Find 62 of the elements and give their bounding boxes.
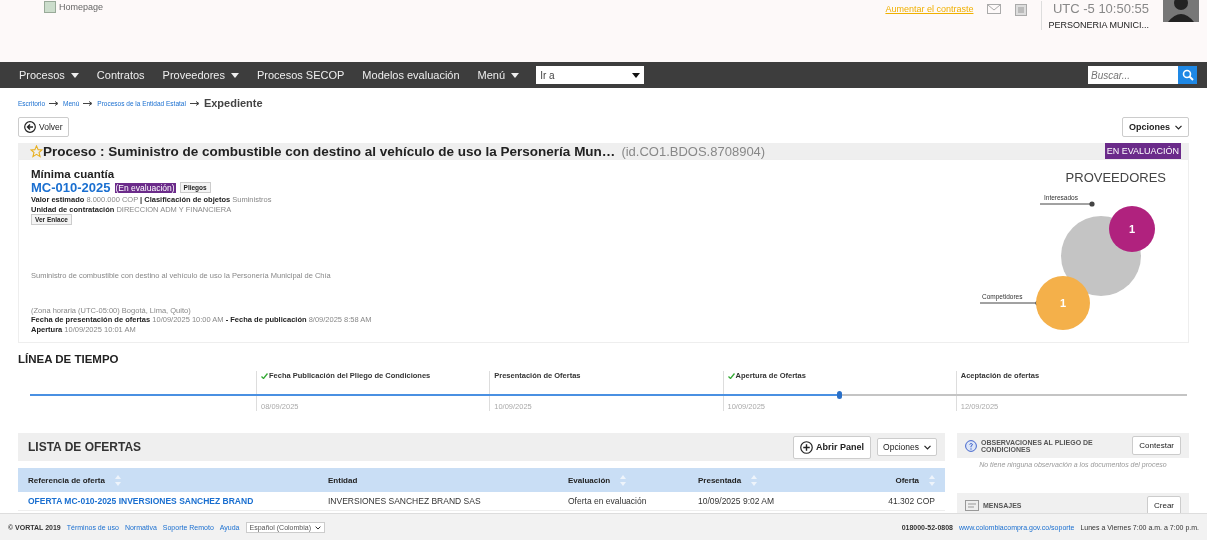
providers-title: PROVEEDORES bbox=[1065, 170, 1166, 185]
help-icon bbox=[965, 439, 977, 452]
nav-menu-item[interactable]: Modelos evaluación bbox=[353, 69, 469, 81]
sort-icon bbox=[929, 474, 935, 486]
table-cell-text: 41.302 COP bbox=[887, 496, 935, 506]
process-code-link[interactable]: MC-010-2025 bbox=[31, 180, 111, 195]
back-arrow-icon bbox=[24, 121, 36, 133]
status-label: (En evaluación) bbox=[114, 182, 176, 193]
arrow-icon bbox=[189, 100, 200, 106]
column-header[interactable]: Evaluación bbox=[568, 474, 698, 486]
plus-icon bbox=[800, 440, 814, 454]
broken-image-logo[interactable]: Homepage bbox=[44, 1, 104, 13]
leader-line bbox=[1040, 201, 1096, 207]
search-icon bbox=[1181, 69, 1194, 81]
column-header[interactable]: Presentada bbox=[698, 474, 848, 486]
timeline-marker bbox=[836, 391, 842, 399]
offers-title: LISTA DE OFERTAS bbox=[28, 440, 142, 454]
answer-button[interactable]: Contestar bbox=[1132, 436, 1181, 455]
chevron-down-icon bbox=[314, 525, 321, 530]
arrow-icon bbox=[49, 100, 60, 106]
sort-icon bbox=[620, 474, 627, 486]
table-cell-text: Oferta en evaluación bbox=[568, 496, 648, 506]
chevron-down-icon bbox=[924, 444, 931, 450]
create-button[interactable]: Crear bbox=[1147, 496, 1181, 513]
goto-dropdown[interactable]: Ir a bbox=[536, 66, 645, 84]
document-icon[interactable] bbox=[1015, 4, 1028, 16]
sort-icon bbox=[751, 474, 758, 486]
sort-icon bbox=[114, 474, 121, 486]
search-field[interactable]: Buscar... bbox=[1088, 66, 1178, 84]
star-icon[interactable] bbox=[30, 144, 43, 158]
nav-menu-item[interactable]: Menú bbox=[468, 69, 529, 81]
arrow-icon bbox=[83, 100, 94, 106]
offer-reference-link[interactable]: OFERTA MC-010-2025 INVERSIONES SANCHEZ BRAND bbox=[28, 496, 328, 506]
interested-count-bubble: 1 bbox=[1109, 206, 1155, 252]
timeline-title: LÍNEA DE TIEMPO bbox=[18, 353, 120, 365]
check-icon bbox=[727, 372, 735, 379]
options-button[interactable]: Opciones bbox=[1122, 117, 1189, 137]
open-panel-button[interactable]: Abrir Panel bbox=[793, 435, 872, 459]
search-button[interactable] bbox=[1178, 66, 1197, 84]
check-icon bbox=[261, 372, 268, 379]
column-header[interactable]: Oferta bbox=[848, 474, 935, 486]
status-badge: EN EVALUACIÓN bbox=[1104, 143, 1181, 159]
chevron-down-icon bbox=[1175, 124, 1182, 130]
column-header[interactable]: Entidad bbox=[328, 475, 568, 485]
nav-menu-item[interactable]: Procesos SECOP bbox=[247, 69, 354, 81]
procedure-type: Mínima cuantía bbox=[31, 168, 115, 180]
nav-menu-item[interactable]: Proveedores bbox=[153, 69, 248, 81]
back-button[interactable]: Volver bbox=[18, 117, 69, 137]
envelope-icon[interactable] bbox=[987, 4, 1002, 14]
nav-menu-item[interactable]: Procesos bbox=[10, 69, 88, 81]
nav-menu-item[interactable]: Contratos bbox=[87, 69, 154, 81]
avatar-silhouette-icon[interactable] bbox=[1163, 0, 1199, 22]
process-title: Proceso : Suministro de combustible con destino al vehículo de uso la Personería Mun… bbox=[43, 143, 616, 159]
process-id: (id.CO1.BDOS.8708904) bbox=[621, 143, 766, 159]
column-header[interactable]: Referencia de oferta bbox=[28, 474, 328, 486]
breadcrumb-current: Expediente bbox=[203, 97, 263, 109]
table-cell-text: INVERSIONES SANCHEZ BRAND SAS bbox=[328, 496, 482, 506]
table-cell-text: 10/09/2025 9:02 AM bbox=[698, 496, 776, 506]
user-name[interactable]: PERSONERIA MUNICI... bbox=[1048, 20, 1149, 30]
competitors-count-bubble: 1 bbox=[1036, 276, 1090, 330]
options-button[interactable]: Opciones bbox=[877, 438, 937, 456]
clock-text: UTC -5 10:50:55 bbox=[1051, 1, 1149, 16]
